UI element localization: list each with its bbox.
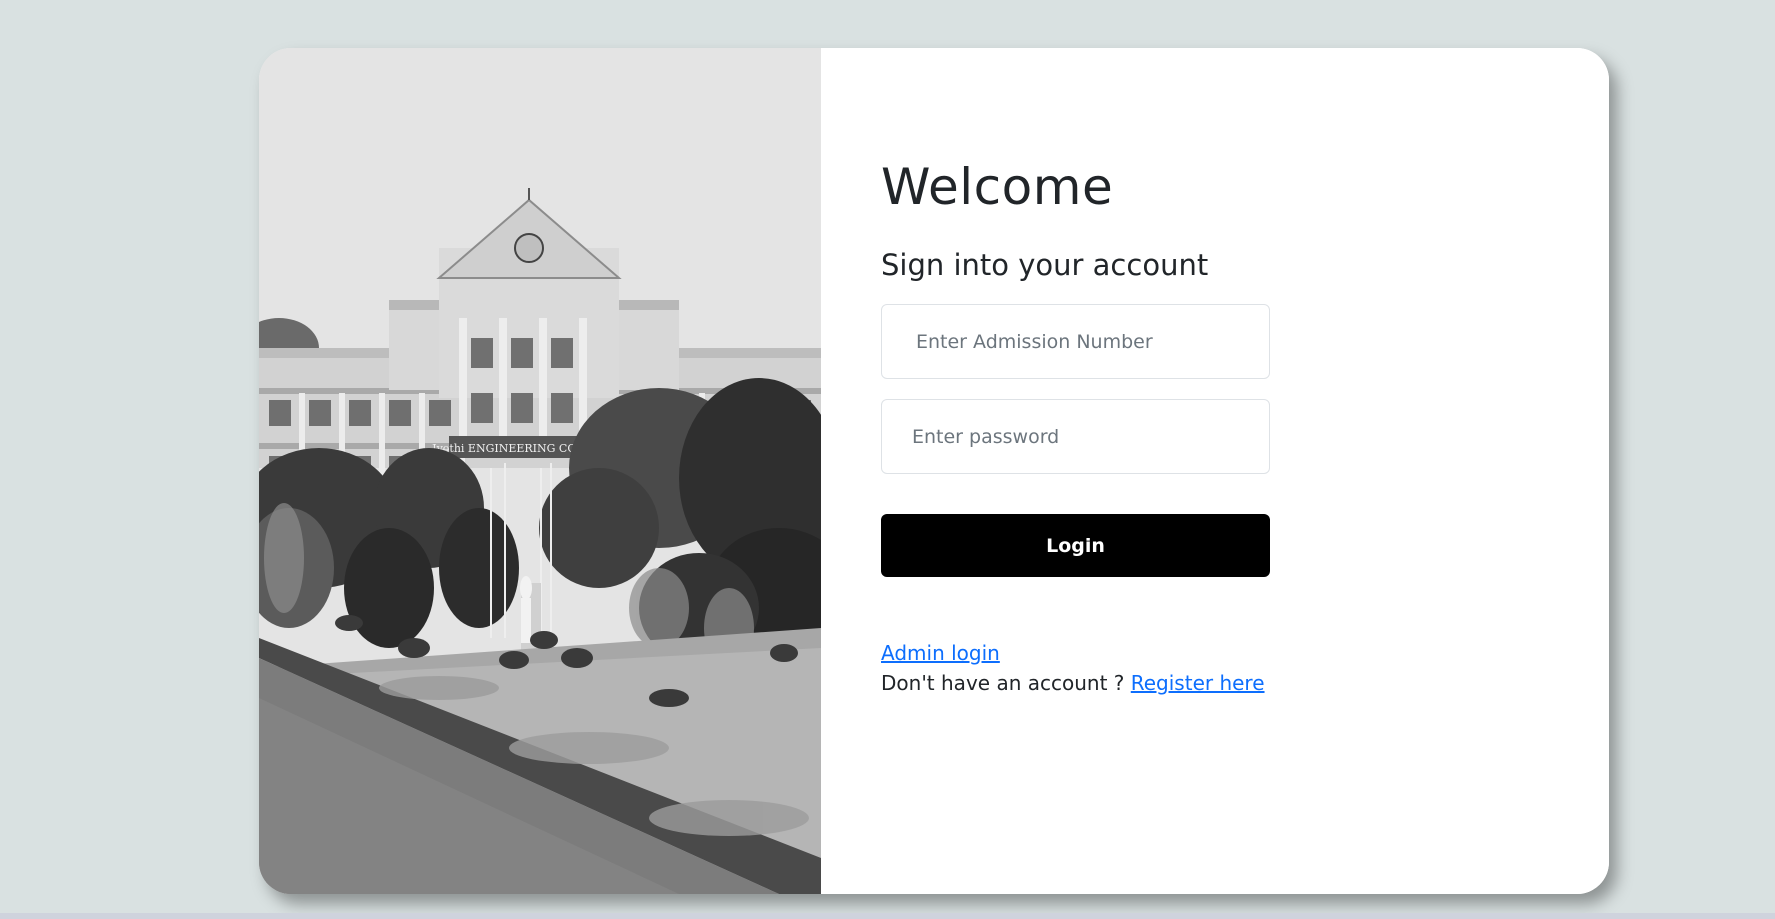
sign-in-subtitle: Sign into your account — [881, 248, 1209, 282]
login-button[interactable]: Login — [881, 514, 1270, 577]
register-prompt-text: Don't have an account ? — [881, 671, 1125, 695]
register-prompt: Don't have an account ? Register here — [881, 671, 1265, 695]
welcome-heading: Welcome — [881, 158, 1114, 216]
register-link[interactable]: Register here — [1131, 671, 1265, 695]
bottom-strip — [0, 913, 1775, 919]
admin-login-link[interactable]: Admin login — [881, 641, 1000, 665]
password-input[interactable] — [881, 399, 1270, 474]
campus-building-photo: Jyothi ENGINEERING COLLEGE — [259, 48, 821, 894]
admission-number-input[interactable] — [881, 304, 1270, 379]
login-card: Jyothi ENGINEERING COLLEGE Welcome Sign … — [259, 48, 1609, 894]
login-form-panel: Welcome Sign into your account Login Adm… — [821, 48, 1609, 894]
